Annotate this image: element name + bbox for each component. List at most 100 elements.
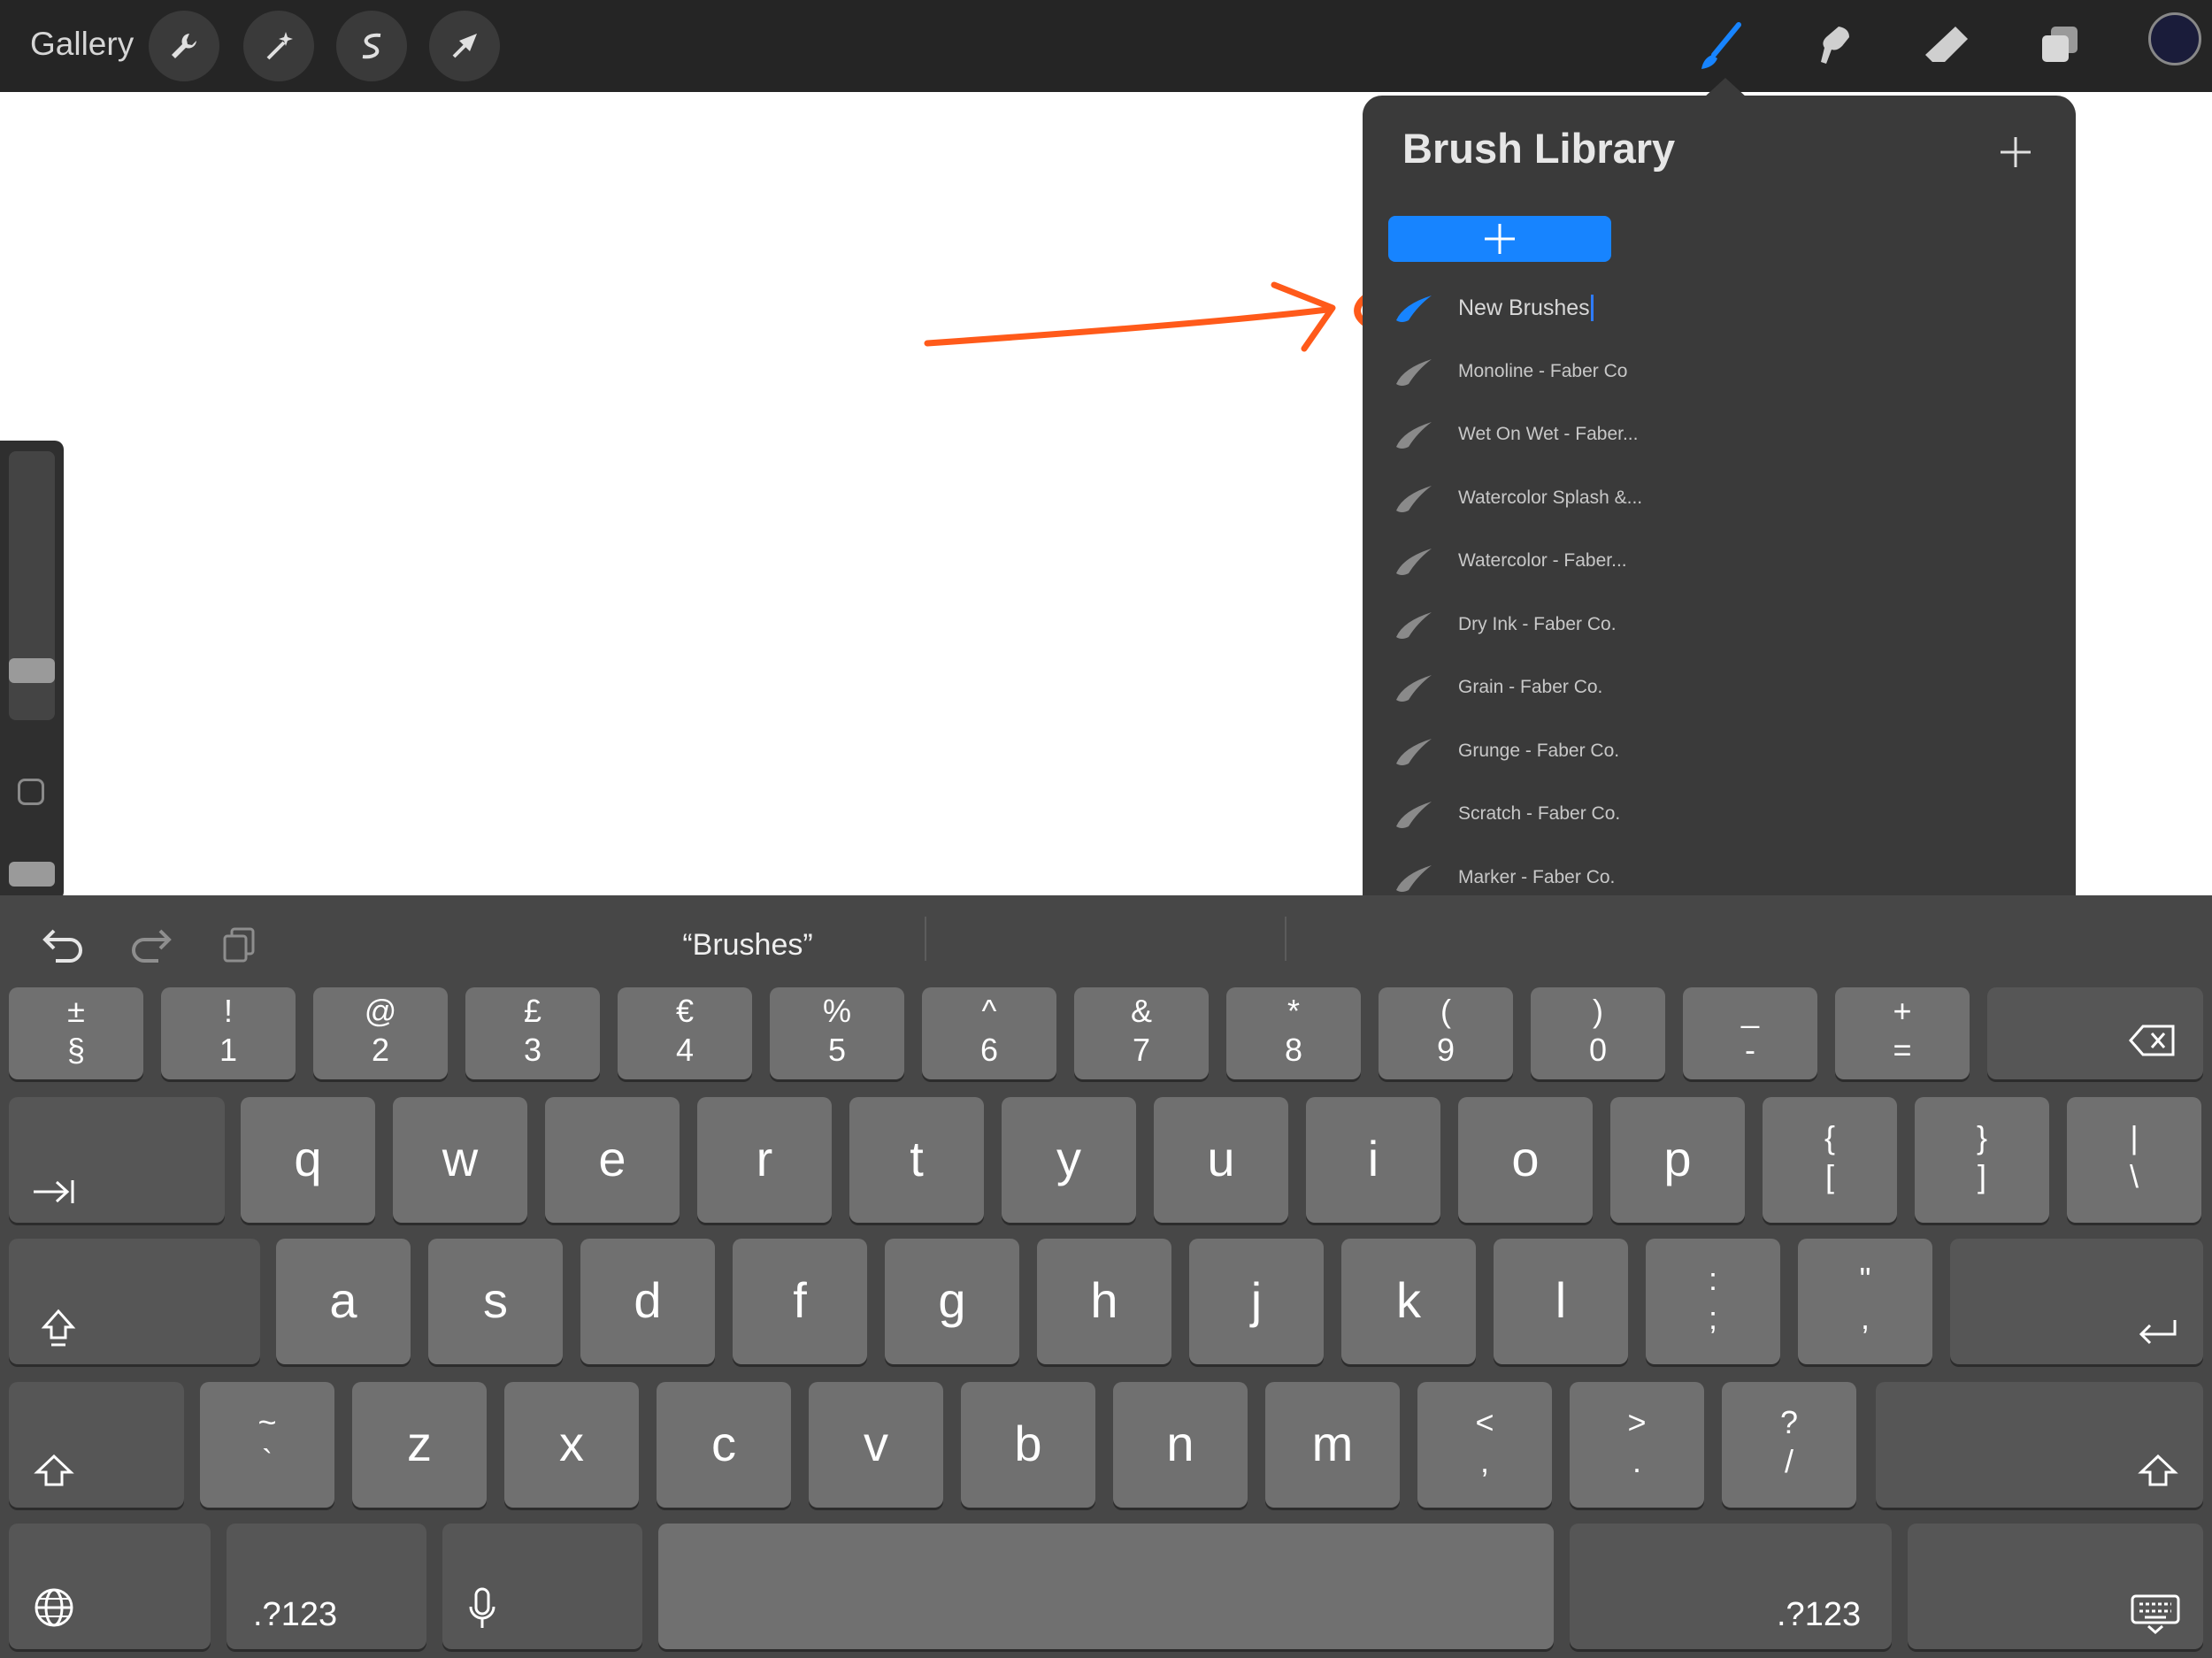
brush-set-item[interactable]: Wet On Wet - Faber... <box>1389 406 1761 463</box>
key-base-label: 7 <box>1132 1032 1151 1068</box>
brush-set-item[interactable]: Grain - Faber Co. <box>1389 659 1761 716</box>
key-base-label: / <box>1784 1443 1793 1479</box>
space-bar[interactable] <box>658 1524 1554 1649</box>
add-brush-button[interactable] <box>1991 127 2040 177</box>
tab-key[interactable] <box>9 1097 225 1223</box>
numbers-key-right[interactable]: .?123 <box>1570 1524 1892 1649</box>
key-label: a <box>329 1272 357 1328</box>
brush-set-item[interactable]: Grunge - Faber Co. <box>1389 723 1761 779</box>
key-5[interactable]: % 5 <box>770 987 904 1079</box>
brush-stroke-icon <box>1389 603 1439 646</box>
key-base-label: 3 <box>523 1032 542 1068</box>
autocorrect-suggestion[interactable]: “Brushes” <box>619 918 876 971</box>
numbers-key-left[interactable]: .?123 <box>227 1524 426 1649</box>
key-6[interactable]: ^ 6 <box>922 987 1056 1079</box>
key-label: k <box>1396 1272 1421 1328</box>
key-s[interactable]: s <box>428 1239 563 1364</box>
redo-icon[interactable] <box>124 920 177 970</box>
key-4[interactable]: €4 <box>618 987 752 1079</box>
key-base-label: , <box>1860 1300 1870 1336</box>
key-r[interactable]: r <box>697 1097 832 1223</box>
return-key[interactable] <box>1950 1239 2203 1364</box>
key-x[interactable]: x <box>504 1382 639 1508</box>
key-a[interactable]: a <box>276 1239 411 1364</box>
undo-icon[interactable] <box>37 920 90 970</box>
key-section[interactable]: ± § <box>9 987 143 1079</box>
key-n[interactable]: n <box>1113 1382 1248 1508</box>
key-symbol[interactable]: ? / <box>1722 1382 1856 1508</box>
hide-keyboard-key[interactable] <box>1908 1524 2203 1649</box>
key-shift-label: % <box>822 993 851 1029</box>
brush-set-item[interactable]: Dry Ink - Faber Co. <box>1389 596 1761 653</box>
key-e[interactable]: e <box>545 1097 680 1223</box>
key-b[interactable]: b <box>961 1382 1095 1508</box>
key-m[interactable]: m <box>1265 1382 1400 1508</box>
globe-key[interactable] <box>9 1524 211 1649</box>
key-=[interactable]: + = <box>1835 987 1970 1079</box>
key-base-label: ` <box>262 1443 273 1479</box>
key-d[interactable]: d <box>580 1239 715 1364</box>
key-1[interactable]: ! 1 <box>161 987 296 1079</box>
key-symbol[interactable]: ", <box>1798 1239 1932 1364</box>
new-brush-set-button[interactable] <box>1388 216 1611 262</box>
key-base-label: 8 <box>1284 1032 1303 1068</box>
key-7[interactable]: & 7 <box>1074 987 1209 1079</box>
key-shift-label: ? <box>1779 1404 1799 1440</box>
brush-set-label: Dry Ink - Faber Co. <box>1458 613 1617 634</box>
key-g[interactable]: g <box>885 1239 1019 1364</box>
key-h[interactable]: h <box>1037 1239 1171 1364</box>
key-symbol[interactable]: }] <box>1915 1097 2049 1223</box>
key-c[interactable]: c <box>657 1382 791 1508</box>
key-q[interactable]: q <box>241 1097 375 1223</box>
key-label: .?123 <box>253 1596 338 1633</box>
plus-icon <box>1485 224 1515 254</box>
brush-set-item[interactable]: Watercolor Splash &... <box>1389 470 1761 526</box>
brush-stroke-icon <box>1389 540 1439 582</box>
key-8[interactable]: * 8 <box>1226 987 1361 1079</box>
key-shift-label: ( <box>1440 993 1451 1029</box>
key-label: t <box>910 1131 924 1186</box>
key-k[interactable]: k <box>1341 1239 1476 1364</box>
key-2[interactable]: @2 <box>313 987 448 1079</box>
key-v[interactable]: v <box>809 1382 943 1508</box>
key-u[interactable]: u <box>1154 1097 1288 1223</box>
delete-key[interactable] <box>1987 987 2203 1079</box>
brush-set-label: Grain - Faber Co. <box>1458 677 1603 697</box>
key-shift-label: " <box>1859 1261 1871 1297</box>
brush-set-item[interactable]: Watercolor - Faber... <box>1389 533 1761 589</box>
key-9[interactable]: (9 <box>1379 987 1513 1079</box>
paste-icon[interactable] <box>212 920 265 970</box>
keyboard-shortcut-bar <box>0 895 2212 993</box>
key-0[interactable]: ) 0 <box>1531 987 1665 1079</box>
caps-lock-key[interactable] <box>9 1239 260 1364</box>
key-l[interactable]: l <box>1494 1239 1628 1364</box>
key-w[interactable]: w <box>393 1097 527 1223</box>
key--[interactable]: _ - <box>1683 987 1817 1079</box>
key-t[interactable]: t <box>849 1097 984 1223</box>
brush-set-item-active[interactable]: New Brushes <box>1389 280 1761 336</box>
key-p[interactable]: p <box>1610 1097 1745 1223</box>
key-symbol[interactable]: :; <box>1646 1239 1780 1364</box>
key-3[interactable]: £3 <box>465 987 600 1079</box>
key-tilde[interactable]: ~ ` <box>200 1382 334 1508</box>
key-y[interactable]: y <box>1002 1097 1136 1223</box>
key-o[interactable]: o <box>1458 1097 1593 1223</box>
shift-key-left[interactable] <box>9 1382 184 1508</box>
key-symbol[interactable]: {[ <box>1763 1097 1897 1223</box>
key-z[interactable]: z <box>352 1382 487 1508</box>
brush-set-item[interactable]: Scratch - Faber Co. <box>1389 786 1761 842</box>
text-cursor <box>1590 295 1594 321</box>
key-symbol[interactable]: >. <box>1570 1382 1704 1508</box>
brush-set-item[interactable]: Monoline - Faber Co <box>1389 343 1761 400</box>
shift-key-right[interactable] <box>1876 1382 2203 1508</box>
key-j[interactable]: j <box>1189 1239 1324 1364</box>
key-symbol[interactable]: | \ <box>2067 1097 2201 1223</box>
key-shift-label: & <box>1130 993 1152 1029</box>
key-base-label: 6 <box>979 1032 999 1068</box>
dictation-key[interactable] <box>442 1524 642 1649</box>
key-shift-label: £ <box>523 993 542 1029</box>
key-symbol[interactable]: <, <box>1417 1382 1552 1508</box>
brush-stroke-icon <box>1389 856 1439 899</box>
key-i[interactable]: i <box>1306 1097 1440 1223</box>
key-f[interactable]: f <box>733 1239 867 1364</box>
